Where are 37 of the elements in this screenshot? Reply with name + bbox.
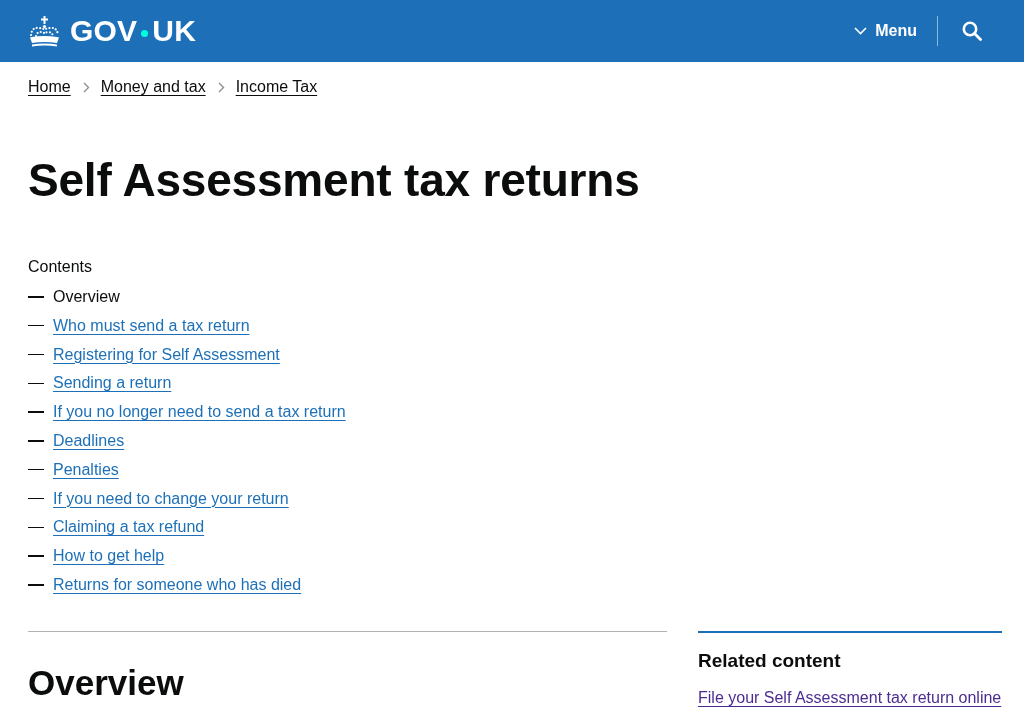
- contents-link[interactable]: If you no longer need to send a tax return: [53, 402, 346, 423]
- contents-link[interactable]: Returns for someone who has died: [53, 574, 302, 595]
- contents-link[interactable]: Who must send a tax return: [53, 315, 250, 336]
- dash-icon: [28, 440, 44, 442]
- dash-icon: [28, 353, 44, 356]
- related-content-heading: Related content: [698, 648, 841, 673]
- breadcrumb-link[interactable]: Money and tax: [100, 77, 206, 97]
- contents-current-item: Overview: [53, 287, 120, 307]
- contents-link[interactable]: Deadlines: [53, 430, 125, 451]
- dash-icon: [28, 555, 44, 557]
- chevron-right-icon: [82, 81, 90, 93]
- dash-icon: [28, 411, 44, 413]
- contents-link[interactable]: Sending a return: [53, 373, 172, 394]
- dash-icon: [28, 296, 44, 298]
- dash-icon: [28, 382, 44, 385]
- dot-icon: [141, 29, 149, 37]
- section-heading: Overview: [28, 662, 184, 703]
- dash-icon: [28, 584, 44, 586]
- contents-link[interactable]: How to get help: [53, 546, 165, 567]
- contents-link[interactable]: If you need to change your return: [53, 488, 289, 509]
- contents-link[interactable]: Registering for Self Assessment: [53, 344, 280, 365]
- page-title: Self Assessment tax returns: [28, 155, 640, 205]
- logo-link[interactable]: GOV UK: [28, 14, 196, 48]
- related-link[interactable]: File your Self Assessment tax return online: [698, 688, 1002, 706]
- breadcrumb-link[interactable]: Income Tax: [235, 77, 318, 97]
- contents-link[interactable]: Penalties: [53, 459, 119, 480]
- chevron-right-icon: [217, 81, 225, 93]
- breadcrumb-link[interactable]: Home: [28, 77, 71, 97]
- dash-icon: [28, 325, 44, 327]
- dash-icon: [28, 497, 44, 500]
- contents-heading: Contents: [28, 257, 93, 277]
- menu-button[interactable]: Menu: [854, 13, 917, 49]
- crown-icon: [28, 15, 61, 47]
- dash-icon: [28, 526, 44, 529]
- search-icon: [962, 21, 982, 41]
- dash-icon: [28, 469, 44, 471]
- contents-link[interactable]: Claiming a tax refund: [53, 517, 205, 538]
